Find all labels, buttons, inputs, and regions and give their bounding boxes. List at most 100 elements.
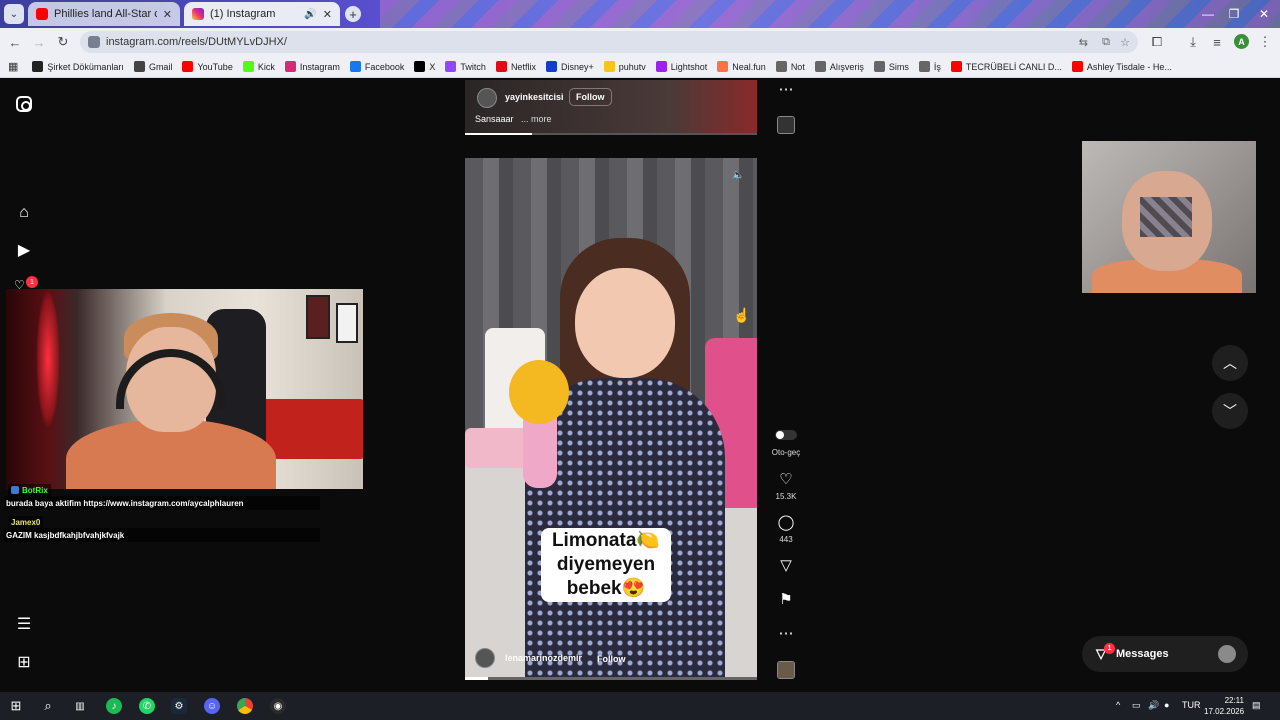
mic-icon[interactable]: ● — [1164, 700, 1169, 710]
follow-button[interactable]: Follow — [591, 650, 632, 668]
bookmark-star-icon[interactable]: ☆ — [1120, 36, 1130, 49]
apps-grid-icon[interactable]: ▦ — [8, 60, 18, 73]
comment-button[interactable]: ◯ — [776, 515, 796, 531]
tab-youtube[interactable]: Phillies land All-Star closer Jhoa ✕ — [28, 2, 180, 26]
next-reel-button[interactable]: ﹀ — [1212, 393, 1248, 429]
share-button[interactable]: ▽ — [776, 558, 796, 574]
discord-icon[interactable]: ☺ — [204, 698, 220, 714]
chrome-icon[interactable] — [237, 698, 253, 714]
menu-dots-icon[interactable]: ⋮ — [1256, 33, 1274, 51]
address-bar[interactable]: instagram.com/reels/DUtMYLvDJHX/ ⇆ ⧉ ☆ — [80, 31, 1138, 53]
forward-icon[interactable]: → — [30, 33, 48, 51]
reload-icon[interactable]: ↻ — [54, 33, 72, 51]
bookmark-item[interactable]: Sims — [873, 61, 909, 72]
install-app-icon[interactable]: ⧉ — [1102, 36, 1110, 49]
task-view-icon[interactable]: ▥ — [72, 698, 88, 714]
previous-reel-button[interactable]: ︿ — [1212, 345, 1248, 381]
bookmark-item[interactable]: Gmail — [133, 61, 172, 72]
bookmark-label: Neal.fun — [732, 61, 766, 72]
instagram-logo-icon[interactable] — [16, 96, 32, 112]
whatsapp-icon[interactable]: ✆ — [139, 698, 155, 714]
reading-list-icon[interactable]: ≡ — [1208, 33, 1226, 51]
heart-icon[interactable]: ♡ — [779, 472, 792, 488]
audio-thumbnail[interactable] — [777, 116, 795, 134]
obs-icon[interactable]: ◉ — [270, 698, 286, 714]
extensions-icon[interactable]: ⧠ — [1148, 33, 1166, 51]
volume-icon[interactable]: 🔈 — [732, 170, 746, 184]
ellipsis-icon[interactable]: ⋯ — [779, 626, 794, 642]
home-icon[interactable]: ⌂ — [14, 203, 34, 223]
avatar[interactable] — [477, 88, 497, 108]
bookmark-item[interactable]: Neal.fun — [717, 61, 766, 72]
clock-time[interactable]: 22:11 — [1204, 696, 1244, 705]
more-options-button[interactable]: ⋯ — [776, 626, 796, 642]
close-tab-icon[interactable]: ✕ — [163, 8, 172, 21]
close-tab-icon[interactable]: ✕ — [323, 8, 332, 21]
bookmark-item[interactable]: Netflix — [495, 61, 536, 72]
messages-button[interactable]: ▽ 1 Messages — [1082, 636, 1248, 672]
chevron-down-icon[interactable]: ﹀ — [1223, 401, 1237, 421]
search-icon[interactable]: ⌕ — [40, 698, 56, 714]
bookmark-item[interactable]: Twitch — [445, 61, 486, 72]
avatar[interactable] — [475, 648, 495, 668]
bookmark-item[interactable]: Facebook — [349, 61, 404, 72]
steam-icon[interactable]: ⚙ — [171, 698, 187, 714]
download-icon[interactable]: ⤓ — [1184, 33, 1202, 51]
bookmark-item[interactable]: Alışveriş — [814, 61, 864, 72]
notification-center-icon[interactable]: ▤ — [1252, 700, 1261, 711]
send-icon[interactable]: ▽ — [780, 558, 792, 574]
language-indicator[interactable]: TUR — [1182, 700, 1201, 710]
more-menu-icon[interactable]: ☰ — [14, 614, 34, 634]
tab-search-button[interactable]: ⌄ — [4, 4, 24, 24]
reel-username[interactable]: yayinkesitcisi — [505, 92, 564, 102]
bookmark-item[interactable]: İş — [918, 61, 941, 72]
new-tab-button[interactable]: + — [345, 6, 361, 22]
tab-title: Phillies land All-Star closer Jhoa — [54, 8, 157, 20]
audio-thumbnail[interactable] — [777, 661, 795, 679]
bookmark-item[interactable]: puhutv — [603, 61, 646, 72]
reel-options-icon[interactable]: ⋯ — [776, 82, 796, 98]
site-info-icon[interactable] — [88, 36, 100, 48]
maximize-icon[interactable]: ❐ — [1226, 6, 1242, 22]
autoplay-toggle[interactable] — [775, 430, 797, 440]
bookmark-item[interactable]: Şirket Dökümanları — [32, 61, 124, 72]
network-icon[interactable]: ▭ — [1132, 700, 1141, 711]
chevron-up-icon[interactable]: ︿ — [1223, 353, 1237, 373]
tab-instagram[interactable]: (1) Instagram 🔊 ✕ — [184, 2, 340, 26]
like-button[interactable]: ♡ — [776, 472, 796, 488]
clock-date[interactable]: 17.02.2026 — [1204, 707, 1244, 716]
spotify-icon[interactable]: ♪ — [106, 698, 122, 714]
back-icon[interactable]: ← — [6, 33, 24, 51]
comment-count: 443 — [779, 535, 793, 544]
windows-start-icon[interactable]: ⊞ — [8, 698, 24, 714]
close-window-icon[interactable]: ✕ — [1256, 6, 1272, 22]
bookmark-item[interactable]: YouTube — [182, 61, 233, 72]
webcam-overlay — [6, 289, 363, 489]
follow-button[interactable]: Follow — [569, 88, 612, 106]
comment-icon[interactable]: ◯ — [778, 515, 795, 531]
bookmark-item[interactable]: Ashley Tisdale - He... — [1071, 61, 1172, 72]
bookmark-item[interactable]: Lightshot — [655, 61, 707, 72]
bookmark-item[interactable]: X — [414, 61, 435, 72]
translate-icon[interactable]: ⇆ — [1079, 36, 1088, 49]
bookmark-item[interactable]: Instagram — [284, 61, 340, 72]
tray-chevron-icon[interactable]: ^ — [1116, 700, 1120, 710]
bookmark-icon[interactable]: ⚑ — [779, 592, 792, 608]
bookmark-item[interactable]: Kick — [242, 61, 275, 72]
volume-tray-icon[interactable]: 🔊 — [1148, 700, 1159, 711]
bookmark-item[interactable]: Disney+ — [545, 61, 594, 72]
bookmark-item[interactable]: TECRÜBELİ CANLI D... — [950, 61, 1062, 72]
previous-reel[interactable]: yayinkesitcisi Follow Sansaaar ... more — [465, 80, 757, 135]
bookmark-item[interactable]: Not — [775, 61, 805, 72]
speaker-icon[interactable]: 🔊 — [304, 9, 316, 20]
profile-avatar[interactable]: A — [1234, 34, 1249, 49]
toggle-icon[interactable] — [775, 430, 797, 440]
bookmark-label: Disney+ — [560, 61, 594, 72]
also-from-meta-icon[interactable]: ⊞ — [14, 652, 34, 672]
more-link[interactable]: ... more — [521, 114, 552, 124]
save-button[interactable]: ⚑ — [776, 592, 796, 608]
reel-username[interactable]: lenamarinozdemir — [505, 653, 582, 663]
minimize-icon[interactable]: — — [1200, 6, 1216, 22]
reels-icon[interactable]: ▶ — [14, 240, 34, 260]
chat-message: burada baya aktifim https://www.instagra… — [4, 496, 320, 510]
